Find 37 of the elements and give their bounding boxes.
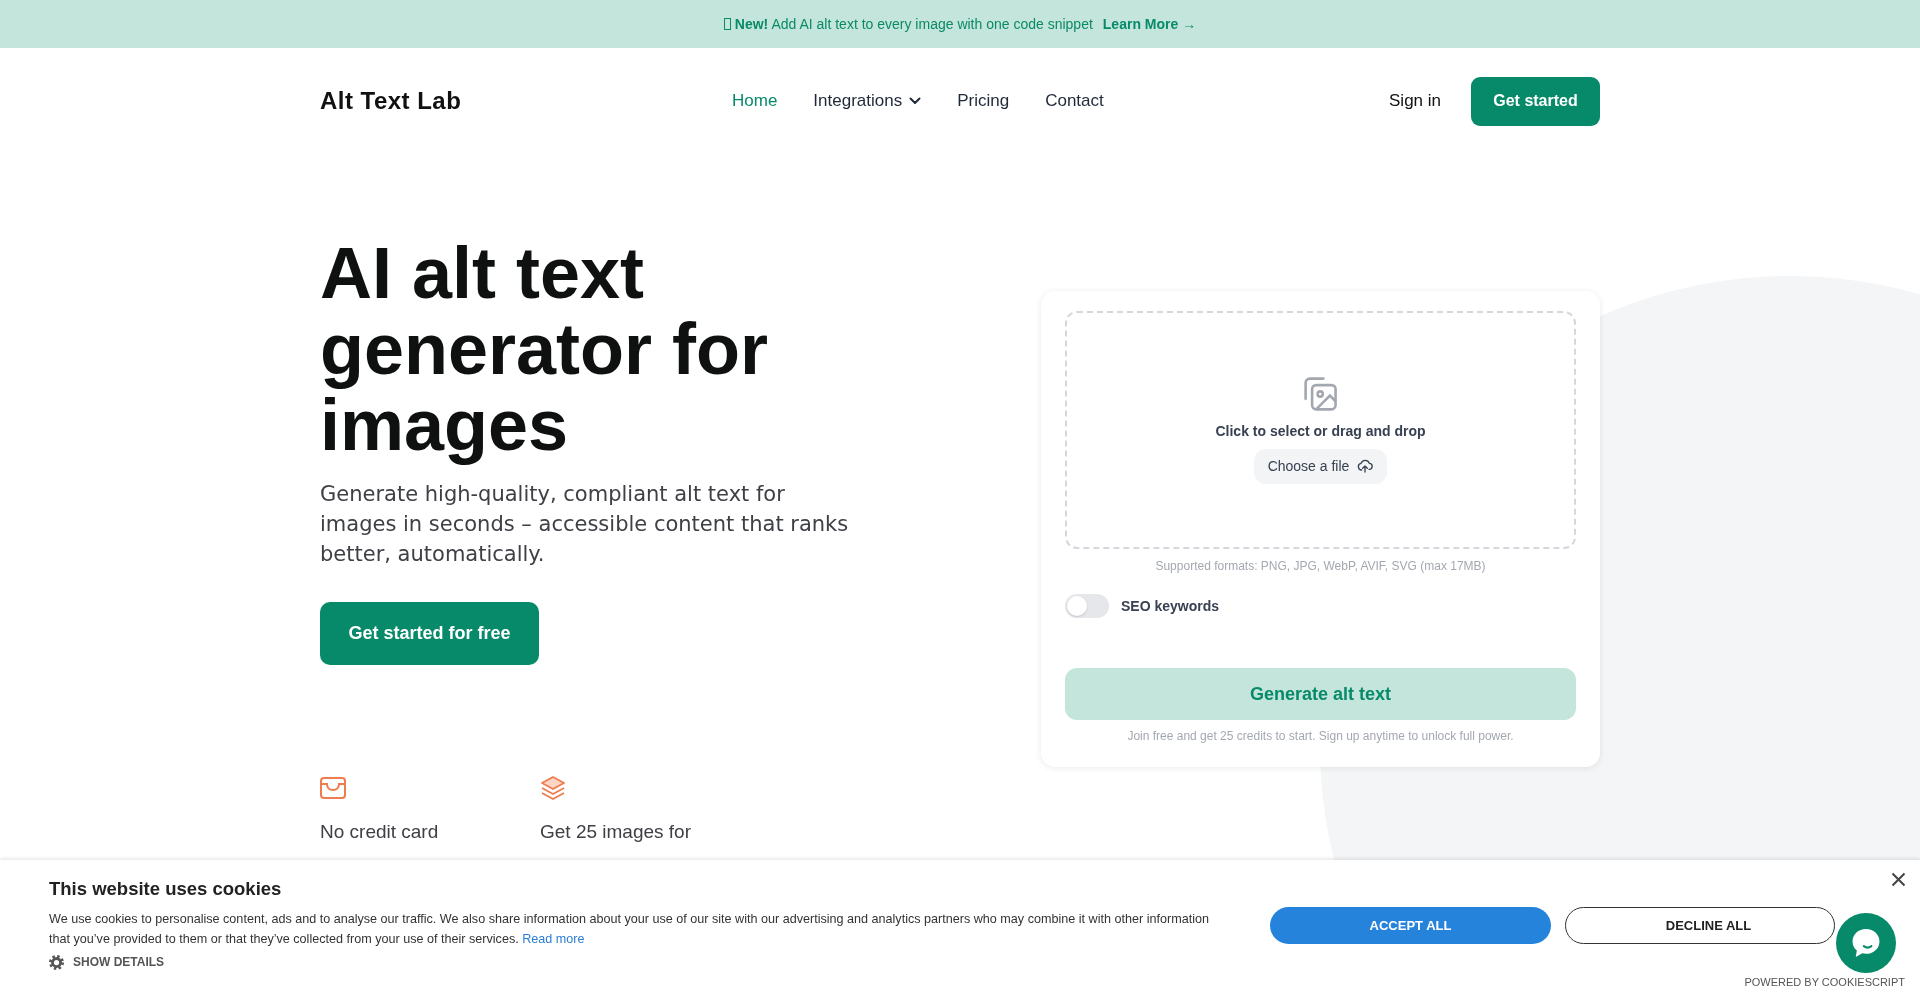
images-icon	[1303, 376, 1338, 411]
choose-file-button[interactable]: Choose a file	[1253, 448, 1388, 484]
formats-note: Supported formats: PNG, JPG, WebP, AVIF, SVG (max 17MB)	[1155, 558, 1486, 574]
settings-icon	[49, 954, 64, 970]
nav-link[interactable]: Pricing	[957, 88, 1010, 114]
get-started-button[interactable]: Get started	[1471, 76, 1600, 126]
seo-toggle[interactable]	[1065, 594, 1109, 618]
speech-bubble-icon	[1852, 929, 1880, 957]
nav-link[interactable]: Integrations	[813, 88, 922, 114]
hero-subtitle: Generate high-quality, compliant alt text for images in seconds – accessible content that ranks better, automatically.	[320, 481, 850, 568]
logo[interactable]: Alt Text Lab	[320, 83, 462, 119]
powered-by-text: POWERED BY COOKIESCRIPT	[1744, 975, 1905, 989]
sign-in-link[interactable]: Sign in	[1389, 88, 1441, 114]
layers-icon	[540, 775, 566, 801]
toggle-label: SEO keywords	[1121, 596, 1220, 616]
chevron-down-icon	[909, 97, 922, 105]
read-more-link[interactable]: Read more	[522, 932, 585, 946]
feature-text: No credit card	[320, 820, 439, 844]
drop-zone-prompt: Click to select or drag and drop	[1215, 422, 1426, 439]
accept-all-button[interactable]: ACCEPT ALL	[1270, 907, 1551, 944]
cookie-notice-text: We use cookies to personalise content, ads and to analyse our traffic. We also share information about your use of our site with our advertising and analytics partners who may combine it with other information that you’ve provided to them or that they’ve collected from your use of their services. Read more	[49, 911, 1210, 948]
upload-icon	[1357, 458, 1374, 474]
get-started-free-button[interactable]: Get started for free	[320, 602, 539, 665]
close-icon	[1891, 872, 1906, 887]
cookie-title: This website uses cookies	[49, 877, 283, 901]
hero-title: AI alt text generator for images	[320, 235, 770, 463]
signup-note: Join free and get 25 credits to start. Sign up anytime to unlock full power.	[1127, 728, 1514, 744]
close-button[interactable]	[1891, 872, 1906, 887]
decline-all-button[interactable]: DECLINE ALL	[1565, 907, 1835, 944]
feature-text: Get 25 images for	[540, 820, 692, 844]
card-icon	[320, 777, 346, 799]
drop-zone[interactable]: Click to select or drag and drop Choose a file	[1065, 311, 1576, 549]
show-details-button[interactable]: SHOW DETAILS	[49, 954, 165, 970]
nav-link[interactable]: Contact	[1045, 88, 1104, 114]
nav-link[interactable]: Home	[732, 88, 778, 114]
missing-glyph-icon	[723, 18, 731, 30]
announcement-text: New! Add AI alt text to every image with one code snippet	[734, 14, 1093, 34]
